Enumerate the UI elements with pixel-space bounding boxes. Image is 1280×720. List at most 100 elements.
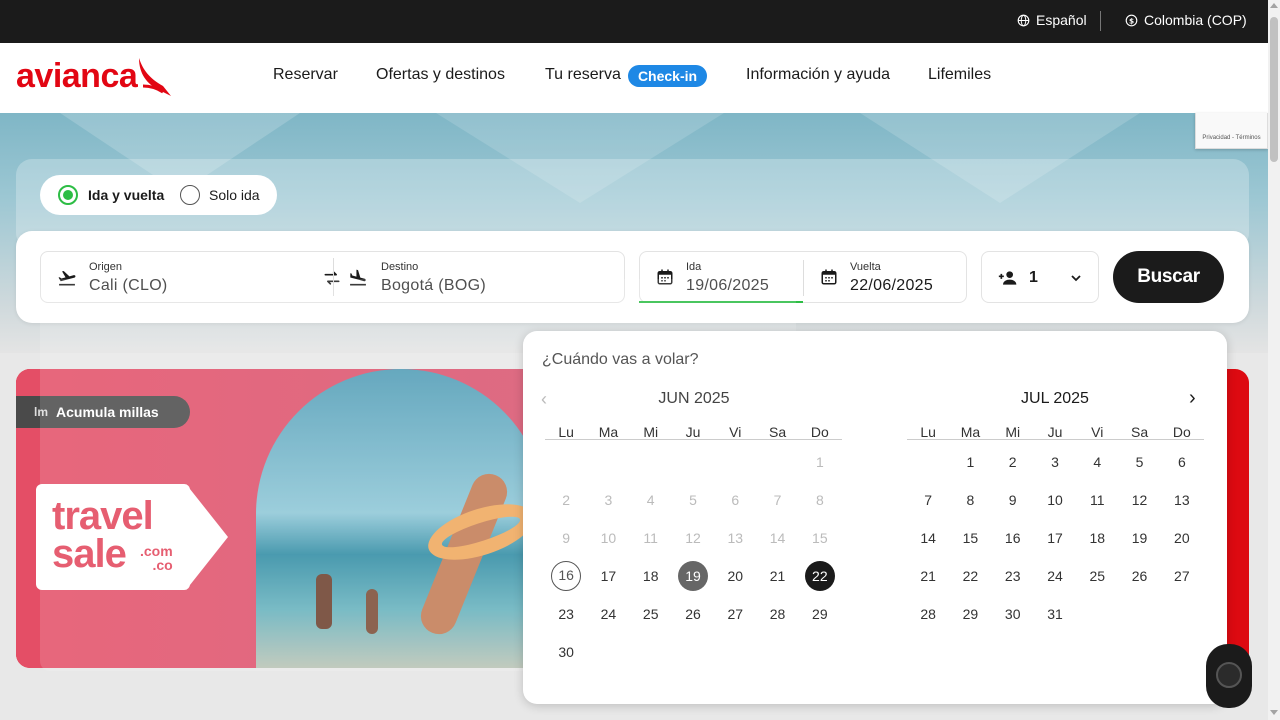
search-button[interactable]: Buscar bbox=[1113, 251, 1224, 303]
day-cell-today[interactable]: 16 bbox=[545, 557, 587, 595]
day-cell[interactable]: 31 bbox=[1034, 595, 1076, 633]
scroll-thumb[interactable] bbox=[1270, 17, 1278, 162]
return-date-input[interactable]: 22/06/2025 bbox=[850, 277, 933, 295]
day-number: 11 bbox=[643, 530, 658, 546]
day-cell[interactable]: 28 bbox=[907, 595, 949, 633]
day-cell[interactable]: 26 bbox=[672, 595, 714, 633]
day-cell: 1 bbox=[799, 443, 841, 481]
day-cell[interactable]: 17 bbox=[1034, 519, 1076, 557]
day-cell[interactable]: 18 bbox=[1076, 519, 1118, 557]
nav-lifemiles[interactable]: Lifemiles bbox=[928, 66, 991, 84]
day-cell[interactable]: 27 bbox=[1161, 557, 1203, 595]
day-cell[interactable]: 25 bbox=[1076, 557, 1118, 595]
day-number: 9 bbox=[1008, 492, 1017, 508]
day-cell[interactable]: 29 bbox=[949, 595, 991, 633]
day-blank bbox=[907, 443, 949, 481]
day-cell[interactable]: 17 bbox=[587, 557, 629, 595]
nav-tu-reserva[interactable]: Tu reserva bbox=[545, 66, 621, 84]
day-number: 16 bbox=[551, 561, 582, 591]
day-number: 7 bbox=[773, 492, 782, 508]
day-number: 20 bbox=[1174, 530, 1190, 546]
day-number: 2 bbox=[562, 492, 571, 508]
day-number: 12 bbox=[1131, 492, 1148, 508]
weekday-label: Vi bbox=[729, 424, 742, 440]
day-cell[interactable]: 21 bbox=[756, 557, 798, 595]
day-cell[interactable]: 23 bbox=[992, 557, 1034, 595]
day-cell[interactable]: 16 bbox=[992, 519, 1034, 557]
svg-text:$: $ bbox=[1129, 16, 1134, 25]
day-cell[interactable]: 30 bbox=[545, 633, 587, 671]
day-cell[interactable]: 24 bbox=[587, 595, 629, 633]
day-cell[interactable]: 8 bbox=[949, 481, 991, 519]
day-cell[interactable]: 25 bbox=[630, 595, 672, 633]
day-cell[interactable]: 26 bbox=[1118, 557, 1160, 595]
day-cell[interactable]: 4 bbox=[1076, 443, 1118, 481]
language-label: Español bbox=[1036, 12, 1087, 28]
scroll-down-arrow-icon[interactable] bbox=[1270, 710, 1278, 715]
day-number: 10 bbox=[600, 530, 617, 546]
passengers-selector[interactable]: 1 bbox=[981, 251, 1099, 303]
day-cell[interactable]: 1 bbox=[949, 443, 991, 481]
day-cell[interactable]: 7 bbox=[907, 481, 949, 519]
top-utility-bar: Español $ Colombia (COP) bbox=[0, 0, 1268, 43]
day-cell-selected-start[interactable]: 19 bbox=[672, 557, 714, 595]
day-cell[interactable]: 27 bbox=[714, 595, 756, 633]
day-cell[interactable]: 2 bbox=[992, 443, 1034, 481]
nav-ofertas[interactable]: Ofertas y destinos bbox=[376, 66, 505, 84]
day-cell[interactable]: 12 bbox=[1118, 481, 1160, 519]
radio-one-way[interactable] bbox=[180, 185, 200, 205]
day-number: 13 bbox=[1174, 492, 1190, 508]
depart-label: Ida bbox=[686, 261, 702, 273]
day-cell[interactable]: 10 bbox=[1034, 481, 1076, 519]
day-number: 3 bbox=[604, 492, 613, 508]
page-scrollbar[interactable] bbox=[1268, 0, 1280, 720]
day-cell[interactable]: 22 bbox=[949, 557, 991, 595]
round-trip-label[interactable]: Ida y vuelta bbox=[88, 187, 164, 203]
day-cell[interactable]: 11 bbox=[1076, 481, 1118, 519]
day-number: 17 bbox=[1047, 530, 1063, 546]
language-selector[interactable]: Español bbox=[1017, 12, 1087, 28]
day-cell[interactable]: 5 bbox=[1118, 443, 1160, 481]
day-cell[interactable]: 18 bbox=[630, 557, 672, 595]
avianca-logo[interactable]: avianca bbox=[16, 57, 173, 98]
day-cell: 6 bbox=[714, 481, 756, 519]
day-cell[interactable]: 30 bbox=[992, 595, 1034, 633]
calendar-title: ¿Cuándo vas a volar? bbox=[542, 351, 699, 368]
day-cell[interactable]: 19 bbox=[1118, 519, 1160, 557]
day-cell[interactable]: 20 bbox=[714, 557, 756, 595]
weekday-label: Lu bbox=[920, 424, 936, 440]
day-cell[interactable]: 3 bbox=[1034, 443, 1076, 481]
dates-divider bbox=[803, 260, 804, 296]
add-person-icon bbox=[998, 271, 1017, 285]
day-cell[interactable]: 29 bbox=[799, 595, 841, 633]
one-way-label[interactable]: Solo ida bbox=[209, 187, 260, 203]
day-cell[interactable]: 28 bbox=[756, 595, 798, 633]
next-month-chevron-icon[interactable]: › bbox=[1189, 387, 1196, 410]
radio-round-trip[interactable] bbox=[58, 185, 78, 205]
chevron-down-icon bbox=[1071, 275, 1081, 282]
day-cell[interactable]: 6 bbox=[1161, 443, 1203, 481]
day-number: 25 bbox=[1089, 568, 1106, 584]
day-cell[interactable]: 20 bbox=[1161, 519, 1203, 557]
day-cell-selected-end[interactable]: 22 bbox=[799, 557, 841, 595]
day-cell[interactable]: 9 bbox=[992, 481, 1034, 519]
day-number: 12 bbox=[685, 530, 701, 546]
nav-reservar[interactable]: Reservar bbox=[273, 66, 338, 84]
currency-selector[interactable]: $ Colombia (COP) bbox=[1125, 12, 1247, 28]
day-cell[interactable]: 21 bbox=[907, 557, 949, 595]
day-cell[interactable]: 13 bbox=[1161, 481, 1203, 519]
day-number: 19 bbox=[677, 561, 708, 591]
day-cell[interactable]: 14 bbox=[907, 519, 949, 557]
nav-informacion[interactable]: Información y ayuda bbox=[746, 66, 890, 84]
day-cell[interactable]: 15 bbox=[949, 519, 991, 557]
scroll-up-arrow-icon[interactable] bbox=[1270, 3, 1278, 8]
days-grid-jul: 1 2 3 4 5 6 7 8 9 10 11 12 13 14 15 16 17 18 19 20 21 22 23 24 2… bbox=[907, 443, 1203, 633]
day-cell[interactable]: 23 bbox=[545, 595, 587, 633]
chat-button[interactable] bbox=[1206, 644, 1252, 708]
origin-label: Origen bbox=[89, 261, 123, 273]
day-blank bbox=[756, 443, 798, 481]
day-number: 21 bbox=[920, 568, 936, 584]
checkin-badge[interactable]: Check-in bbox=[628, 65, 707, 87]
day-cell[interactable]: 24 bbox=[1034, 557, 1076, 595]
recaptcha-badge[interactable]: Privacidad - Términos bbox=[1195, 113, 1268, 149]
